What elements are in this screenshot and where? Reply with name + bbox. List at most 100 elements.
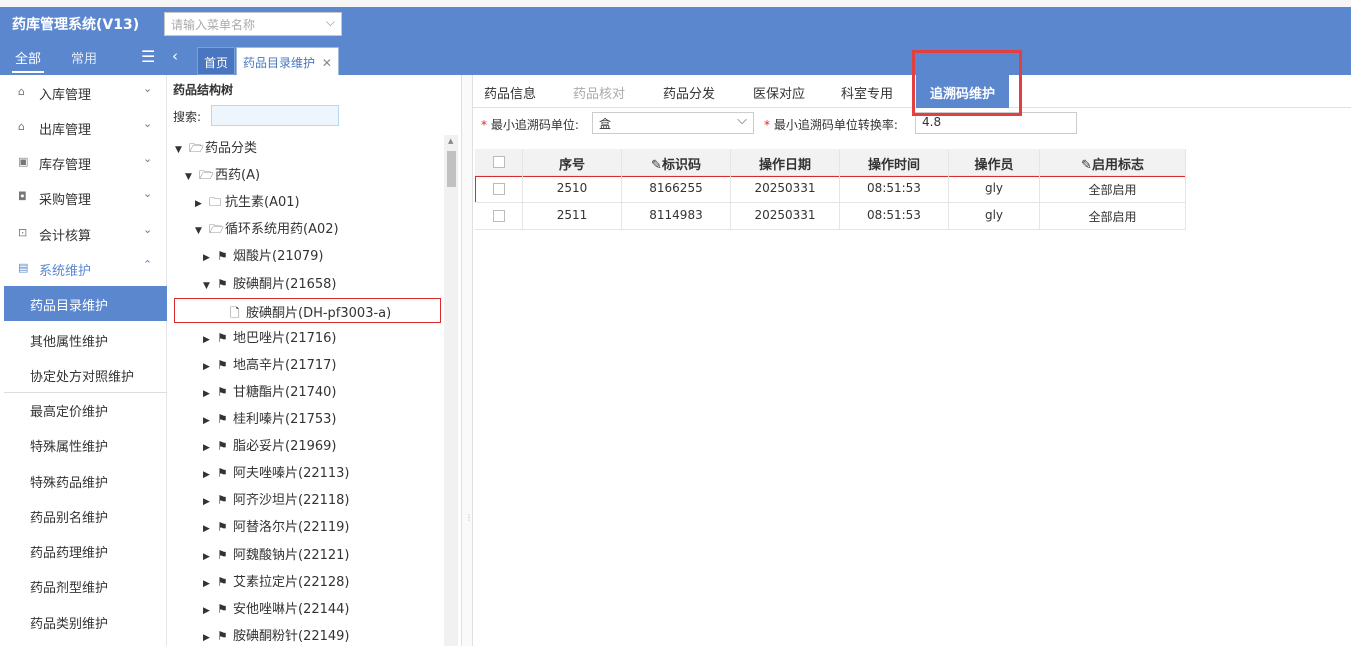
col-header-id-code[interactable]: ✎标识码 [622,149,731,176]
tree-node[interactable]: ▼ 🗁西药(A) [185,164,260,186]
expand-icon[interactable]: ▶ [203,470,217,480]
tree-node[interactable]: ▶ ⚑ 地高辛片(21717) [203,354,337,376]
tree-node[interactable]: ▶ 🗀 抗生素(A01) [195,191,300,213]
tree-node[interactable]: ▶ ⚑ 甘糖酯片(21740) [203,381,337,403]
sidebar-group-inbound[interactable]: ⌂ 入库管理 ⌄ [0,75,167,109]
cell-enable-flag[interactable]: 全部启用 [1040,176,1186,203]
menu-search-input[interactable]: 请输入菜单名称 ⌵ [164,12,342,36]
expand-icon[interactable]: ▶ [203,253,217,263]
col-header-op-date[interactable]: 操作日期 [731,149,840,176]
sidebar-group-inventory[interactable]: ▣ 库存管理 ⌄ [0,145,167,179]
sidebar-item-drug-catalog[interactable]: 药品目录维护 [4,286,167,321]
tab-home[interactable]: 首页 [197,47,236,75]
cell-id-code[interactable]: 8114983 [622,203,731,230]
tree-node[interactable]: ▼ ⚑ 胺碘酮片(21658) [203,273,337,295]
expand-icon[interactable]: ▶ [203,524,217,534]
nav-bar: 全部 常用 ☰ ‹ 首页 药品目录维护 ✕ [0,44,1351,75]
chevron-down-icon[interactable]: ⌵ [737,113,747,128]
menu-toggle-icon[interactable]: ☰ [141,47,155,66]
tree-node[interactable]: ▶ ⚑ 胺碘酮粉针(22149) [203,625,350,647]
expand-icon[interactable]: ▶ [195,199,209,209]
sidebar-item-drug-category[interactable]: 药品类别维护 [4,604,167,639]
expand-icon[interactable]: ▶ [203,497,217,507]
sidebar-group-accounting[interactable]: ⊡ 会计核算 ⌄ [0,216,167,250]
col-header-op-time[interactable]: 操作时间 [840,149,949,176]
row-checkbox[interactable] [492,210,505,222]
collapse-icon[interactable]: ▼ [175,145,189,155]
expand-icon[interactable]: ▶ [203,552,217,562]
cell-enable-flag[interactable]: 全部启用 [1040,203,1186,230]
tree-node-selected[interactable]: 🗋 胺碘酮片(DH-pf3003-a) [174,297,441,323]
tree-node[interactable]: ▶ ⚑ 艾素拉定片(22128) [203,571,350,593]
unit-label-text: 最小追溯码单位: [490,118,579,132]
select-all-checkbox[interactable] [492,156,505,168]
tree-node[interactable]: ▶ ⚑ 桂利嗪片(21753) [203,408,337,430]
collapse-icon[interactable]: ▼ [203,281,217,291]
ratio-input[interactable]: 4.8 [915,112,1077,134]
back-icon[interactable]: ‹ [172,47,178,65]
tree-node[interactable]: ▶ ⚑ 烟酸片(21079) [203,245,324,267]
close-icon[interactable]: ✕ [322,56,332,70]
tab-drug-check[interactable]: 药品核对 [573,83,625,102]
expand-icon[interactable]: ▶ [203,579,217,589]
tree-search-input[interactable] [211,105,339,126]
expand-icon[interactable]: ▶ [203,416,217,426]
sidebar-item-special-drugs[interactable]: 特殊药品维护 [4,463,167,498]
sidebar-item-max-price[interactable]: 最高定价维护 [4,392,167,427]
expand-icon[interactable]: ▶ [203,633,217,643]
sidebar-item-dosage-form[interactable]: 药品剂型维护 [4,568,167,603]
tree-node[interactable]: ▶ ⚑ 地巴唑片(21716) [203,327,337,349]
expand-icon[interactable]: ▶ [203,443,217,453]
sidebar-group-label: 会计核算 [39,229,92,244]
collapse-icon[interactable]: ▼ [185,172,199,182]
sidebar-item-other-attrs[interactable]: 其他属性维护 [4,322,167,357]
tree-node[interactable]: ▼ 🗁药品分类 [175,137,257,159]
flag-icon: ⚑ [217,412,228,426]
sidebar-item-special-attrs[interactable]: 特殊属性维护 [4,427,167,462]
sidebar-group-outbound[interactable]: ⌂ 出库管理 ⌄ [0,110,167,144]
unit-select[interactable]: 盒 ⌵ [592,112,754,134]
tree-node[interactable]: ▶ ⚑ 阿齐沙坦片(22118) [203,489,350,511]
splitter-handle-icon[interactable]: ⋮ [465,513,473,522]
table-row[interactable]: 2511 8114983 20250331 08:51:53 gly 全部启用 [475,203,1186,230]
expand-icon[interactable]: ▶ [203,606,217,616]
expand-icon[interactable]: ▶ [203,335,217,345]
tree-node[interactable]: ▶ ⚑ 安他唑啉片(22144) [203,598,350,620]
cell-id-code[interactable]: 8166255 [622,176,731,203]
panel-splitter[interactable]: ⋮ [462,75,473,646]
tree-node[interactable]: ▶ ⚑ 脂必妥片(21969) [203,435,337,457]
sidebar-item-drug-alias[interactable]: 药品别名维护 [4,498,167,533]
col-header-operator[interactable]: 操作员 [949,149,1040,176]
tree-node[interactable]: ▶ ⚑ 阿魏酸钠片(22121) [203,544,350,566]
chevron-down-icon[interactable]: ⌵ [326,15,335,30]
expand-icon[interactable]: ▶ [203,389,217,399]
nav-tab-all[interactable]: 全部 [15,48,41,67]
tree-scrollbar[interactable]: ▲ [444,135,458,646]
row-check-cell [475,176,523,203]
folder-icon: 🗁 [199,168,214,183]
sidebar-item-agreement-rx[interactable]: 协定处方对照维护 [4,357,167,392]
cell-operator: gly [949,176,1040,203]
tab-drug-info[interactable]: 药品信息 [484,83,536,102]
sidebar-item-pharmacology[interactable]: 药品药理维护 [4,533,167,568]
tree-node[interactable]: ▶ ⚑ 阿夫唑嗪片(22113) [203,462,350,484]
tab-drug-distribution[interactable]: 药品分发 [663,83,715,102]
expand-icon[interactable]: ▶ [203,362,217,372]
nav-tab-common[interactable]: 常用 [71,48,97,67]
tree-node-label: 脂必妥片(21969) [233,439,337,455]
sidebar-group-system[interactable]: ▤ 系统维护 ⌃ [0,251,167,285]
scrollbar-thumb[interactable] [447,151,456,187]
col-header-enable-flag[interactable]: ✎启用标志 [1040,149,1186,176]
col-header-seq[interactable]: 序号 [523,149,622,176]
tab-insurance-mapping[interactable]: 医保对应 [753,83,805,102]
table-row[interactable]: 2510 8166255 20250331 08:51:53 gly 全部启用 [475,176,1186,203]
tree-node[interactable]: ▼ 🗁循环系统用药(A02) [195,218,339,240]
tab-trace-code[interactable]: 追溯码维护 [916,75,1009,108]
sidebar-group-purchase[interactable]: ◘ 采购管理 ⌄ [0,180,167,214]
tab-drug-catalog[interactable]: 药品目录维护 ✕ [236,47,339,75]
scroll-up-icon[interactable]: ▲ [448,137,453,145]
tab-department-only[interactable]: 科室专用 [841,83,893,102]
tree-node[interactable]: ▶ ⚑ 阿替洛尔片(22119) [203,516,350,538]
row-checkbox[interactable] [492,183,505,195]
collapse-icon[interactable]: ▼ [195,226,209,236]
